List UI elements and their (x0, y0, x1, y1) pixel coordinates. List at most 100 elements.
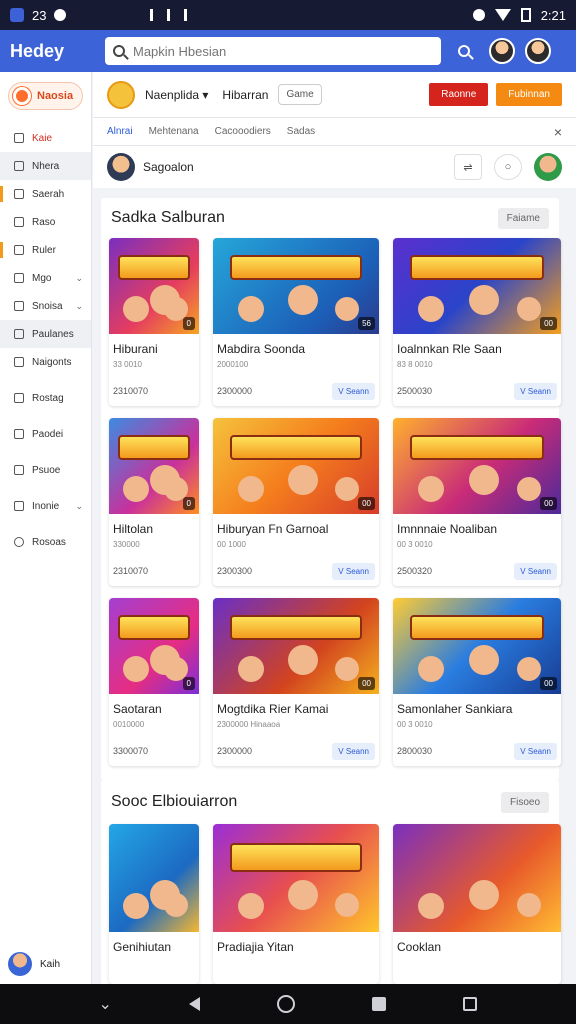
card-title: Mabdira Soonda (217, 342, 306, 356)
search-box[interactable] (105, 37, 441, 65)
card-title: Cooklan (397, 940, 442, 954)
character-face (287, 880, 318, 911)
game-thumbnail[interactable]: 00 (393, 598, 561, 694)
game-card[interactable]: 00 Mogtdika Rier Kamai 2300000 Hinaaoa 2300… (213, 598, 379, 766)
recents-icon[interactable] (372, 997, 387, 1011)
sidebar-item-tag[interactable]: Rostag (0, 384, 91, 412)
game-thumbnail[interactable] (213, 824, 379, 932)
sidebar-item-people[interactable]: Naigonts (0, 348, 91, 376)
green-avatar[interactable] (534, 153, 562, 181)
card-price: 2310070 (113, 386, 149, 396)
card-title: Imnnnaie Noaliban (397, 522, 498, 536)
game-thumbnail[interactable]: 0 (109, 238, 199, 334)
game-card[interactable]: Genihiutan (109, 824, 199, 984)
sidebar-item-label: Inonie (32, 500, 60, 512)
sidebar-item-gear[interactable]: Rosoas (0, 528, 91, 556)
sidebar-item-label: Nhera (32, 160, 60, 172)
game-card[interactable]: 00 Ioalnnkan Rle Saan 83 8 0010 2500030 V Se… (393, 238, 561, 406)
sidebar-item-home2[interactable]: Snoisa ⌄ (0, 292, 91, 320)
game-card[interactable]: Pradiajia Yitan (213, 824, 379, 984)
game-card[interactable]: 00 Hiburyan Fn Garnoal 00 1000 2300300 V Sea… (213, 418, 379, 586)
sidebar-brand[interactable]: Naosia (8, 82, 83, 110)
sidebar-user[interactable]: Kaih (8, 952, 60, 976)
game-title-dropdown[interactable]: Naenplida ▾ (145, 88, 208, 102)
chevron-down-icon[interactable]: ⌄ (99, 994, 112, 1014)
sidebar-item-list[interactable]: Nhera (0, 152, 91, 180)
card-action-button[interactable]: V Seann (332, 743, 375, 760)
tab-2[interactable]: Mehtenana (149, 126, 199, 137)
sidebar-item-label: Rostag (32, 392, 64, 404)
tab-3[interactable]: Cacooodiers (215, 126, 271, 137)
home-icon (14, 133, 24, 143)
status-bar: 23 2:21 (0, 0, 576, 30)
character-face (418, 893, 445, 920)
game-thumbnail[interactable] (109, 824, 199, 932)
filter-icon[interactable]: ⇌ (454, 154, 482, 180)
close-icon[interactable]: × (554, 124, 562, 140)
game-thumbnail[interactable]: 00 (393, 418, 561, 514)
game-thumbnail[interactable] (393, 824, 561, 932)
red-action-button[interactable]: Raonne (429, 83, 489, 106)
game-logo-banner (409, 255, 545, 281)
sidebar-item-pause[interactable]: Psuoe (0, 456, 91, 484)
card-action-button[interactable]: V Seann (332, 383, 375, 400)
game-thumbnail[interactable]: 0 (109, 598, 199, 694)
game-chip[interactable]: Game (278, 84, 322, 105)
sidebar: Naosia Kaie Nhera Saerah Raso Ruler Mgo ⌄… (0, 72, 92, 984)
circle-icon[interactable]: ○ (494, 154, 522, 180)
game-thumbnail[interactable]: 00 (213, 418, 379, 514)
game-card[interactable]: 0 Hiltolan 330000 2310070 (109, 418, 199, 586)
card-action-button[interactable]: V Seann (514, 383, 557, 400)
section-button[interactable]: Fisoeo (500, 791, 549, 813)
profile-avatar[interactable] (525, 38, 551, 64)
back-icon[interactable] (189, 997, 201, 1011)
chevron-down-icon: ⌄ (75, 300, 83, 311)
character-face (237, 656, 264, 683)
sidebar-item-doc[interactable]: Raso (0, 208, 91, 236)
brand-logo[interactable]: Hedey (10, 41, 105, 62)
sidebar-item-grid[interactable]: Paulanes (0, 320, 91, 348)
tab-4[interactable]: Sadas (287, 126, 315, 137)
rating-badge: 0 (182, 317, 195, 330)
sidebar-item-folder[interactable]: Mgo ⌄ (0, 264, 91, 292)
search-button[interactable] (453, 40, 475, 62)
card-subtitle: 00 1000 (217, 540, 246, 549)
gear-icon (14, 537, 24, 547)
sidebar-item-ruler[interactable]: Ruler (0, 236, 91, 264)
user-avatar[interactable] (489, 38, 515, 64)
rating-badge: 00 (540, 317, 557, 330)
sidebar-item-book[interactable]: Saerah (0, 180, 91, 208)
sidebar-item-home[interactable]: Kaie (0, 124, 91, 152)
game-card[interactable]: 0 Saotaran 0010000 3300070 (109, 598, 199, 766)
game-card[interactable]: 0 Hiburani 33 0010 2310070 (109, 238, 199, 406)
search-icon (113, 45, 125, 57)
tab-1[interactable]: Alnrai (107, 126, 133, 137)
card-action-button[interactable]: V Seann (332, 563, 375, 580)
game-thumbnail[interactable]: 56 (213, 238, 379, 334)
game-card[interactable]: 56 Mabdira Soonda 2000100 2300000 V Seann (213, 238, 379, 406)
sidebar-brand-label: Naosia (37, 90, 74, 102)
game-thumbnail[interactable]: 00 (213, 598, 379, 694)
search-input[interactable] (133, 43, 423, 59)
game-card[interactable]: 00 Imnnnaie Noaliban 00 3 0010 2500320 V Sea… (393, 418, 561, 586)
character-face (516, 892, 541, 917)
sidebar-item-lock[interactable]: Paodei (0, 420, 91, 448)
game-thumbnail[interactable]: 00 (393, 238, 561, 334)
section-button[interactable]: Faiame (497, 207, 549, 229)
main-content: Naenplida ▾ Hibarran Game Raonne Fubinna… (93, 72, 576, 984)
card-title: Hiburyan Fn Garnoal (217, 522, 329, 536)
home-icon[interactable] (277, 995, 296, 1013)
list-icon (14, 161, 24, 171)
card-action-button[interactable]: V Seann (514, 563, 557, 580)
game-card[interactable]: Cooklan (393, 824, 561, 984)
card-action-button[interactable]: V Seann (514, 743, 557, 760)
game-thumbnail[interactable]: 0 (109, 418, 199, 514)
rating-badge: 00 (358, 497, 375, 510)
game-card[interactable]: 00 Samonlaher Sankiara 00 3 0010 2800030 V S… (393, 598, 561, 766)
card-price: 2500030 (397, 386, 433, 396)
sidebar-item-info[interactable]: Inonie ⌄ (0, 492, 91, 520)
overview-icon[interactable] (463, 997, 478, 1011)
orange-action-button[interactable]: Fubinnan (496, 83, 562, 106)
avatar[interactable] (107, 153, 135, 181)
character-face (287, 284, 318, 315)
